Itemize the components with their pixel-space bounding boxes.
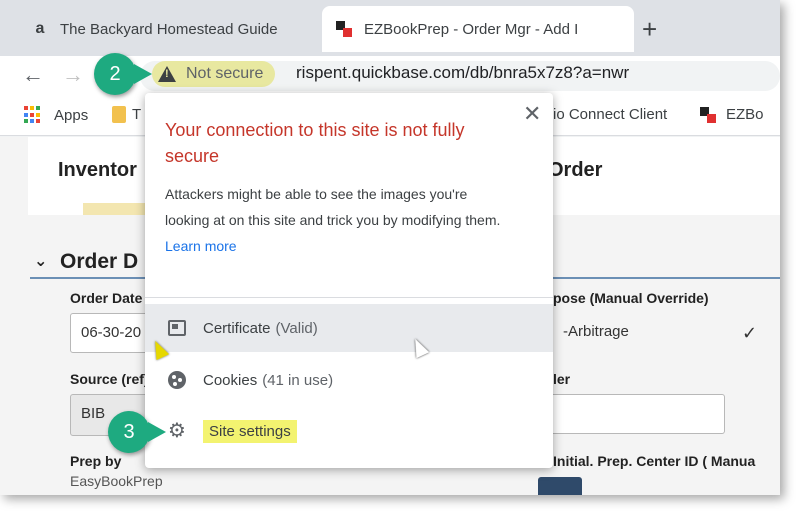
bookmark-folder[interactable]: T xyxy=(112,106,141,123)
not-secure-label: Not secure xyxy=(186,65,264,82)
not-secure-chip[interactable]: Not secure xyxy=(152,61,276,87)
callout-step-2: 2 xyxy=(94,53,136,95)
callout-tail xyxy=(148,422,166,442)
bookmark-label: rio Connect Client xyxy=(548,106,668,123)
close-icon[interactable]: ✕ xyxy=(523,101,541,127)
section-title: Order D xyxy=(60,250,139,273)
purpose-select[interactable]: -Arbitrage xyxy=(553,313,773,353)
source-label: Source (ref) xyxy=(70,371,149,387)
learn-more-link[interactable]: Learn more xyxy=(165,238,237,254)
section-chevron-icon[interactable]: ⌄ xyxy=(34,251,47,271)
site-settings-row[interactable]: ⚙ Site settings xyxy=(145,407,553,455)
logo-thumbnail xyxy=(538,477,582,495)
heading-inventory: Inventor xyxy=(58,159,137,181)
gear-icon: ⚙ xyxy=(168,420,186,442)
cookies-label: Cookies xyxy=(203,371,258,389)
url-text[interactable]: rispent.quickbase.com/db/bnra5x7z8?a=nwr xyxy=(296,63,629,83)
tab-title: The Backyard Homestead Guide xyxy=(60,20,278,38)
popup-title: Your connection to this site is not full… xyxy=(165,120,465,166)
callout-tail xyxy=(134,64,152,84)
cookies-row[interactable]: Cookies (41 in use) xyxy=(145,356,553,404)
purpose-label: pose (Manual Override) xyxy=(553,290,709,306)
popup-body-text: Attackers might be able to see the image… xyxy=(165,186,501,228)
bookmark-ezbookprep[interactable]: EZBo xyxy=(700,106,764,123)
bookmark-apps[interactable]: Apps xyxy=(24,106,88,124)
new-tab-button[interactable]: + xyxy=(642,14,657,44)
certificate-icon xyxy=(167,318,187,338)
warning-icon xyxy=(158,66,176,82)
bookmark-connect-client[interactable]: rio Connect Client xyxy=(548,106,667,123)
initial-prep-center-label: Initial. Prep. Center ID ( Manua xyxy=(553,453,756,469)
back-button[interactable]: ← xyxy=(22,62,44,88)
tab-title: EZBookPrep - Order Mgr - Add I xyxy=(364,20,579,38)
right-field[interactable] xyxy=(553,394,725,434)
certificate-row[interactable]: Certificate (Valid) xyxy=(145,304,553,352)
ezbookprep-icon xyxy=(334,19,354,39)
check-icon: ✓ xyxy=(742,323,758,343)
folder-icon xyxy=(112,106,126,123)
site-info-popup: Your connection to this site is not full… xyxy=(145,93,553,468)
heading-order: Order xyxy=(548,159,603,181)
bookmark-label: EZBo xyxy=(726,106,764,123)
bookmark-label: T xyxy=(132,106,142,123)
apps-grid-icon xyxy=(24,106,42,124)
browser-window: a The Backyard Homestead Guide EZBookPre… xyxy=(0,0,780,495)
bookmark-label: Apps xyxy=(54,106,89,124)
forward-button[interactable]: → xyxy=(62,62,84,88)
tab-ezbookprep[interactable]: EZBookPrep - Order Mgr - Add I xyxy=(322,6,634,52)
amazon-icon: a xyxy=(35,20,45,37)
order-date-label: Order Date xyxy=(70,290,143,306)
certificate-label: Certificate xyxy=(203,319,271,337)
tab-backyard-homestead[interactable]: a The Backyard Homestead Guide xyxy=(18,6,318,52)
callout-step-3: 3 xyxy=(108,411,150,453)
popup-divider xyxy=(145,297,553,298)
right-field-label: ler xyxy=(553,371,571,387)
popup-description: Attackers might be able to see the image… xyxy=(165,181,510,259)
cookies-status: (41 in use) xyxy=(262,371,334,389)
ezbookprep-icon xyxy=(700,106,716,123)
site-settings-label: Site settings xyxy=(203,419,297,443)
prep-by-value: EasyBookPrep xyxy=(70,473,163,489)
prep-by-label: Prep by xyxy=(70,453,122,469)
tab-strip: a The Backyard Homestead Guide EZBookPre… xyxy=(0,0,780,56)
cookie-icon xyxy=(167,370,187,390)
certificate-status: (Valid) xyxy=(275,319,318,337)
